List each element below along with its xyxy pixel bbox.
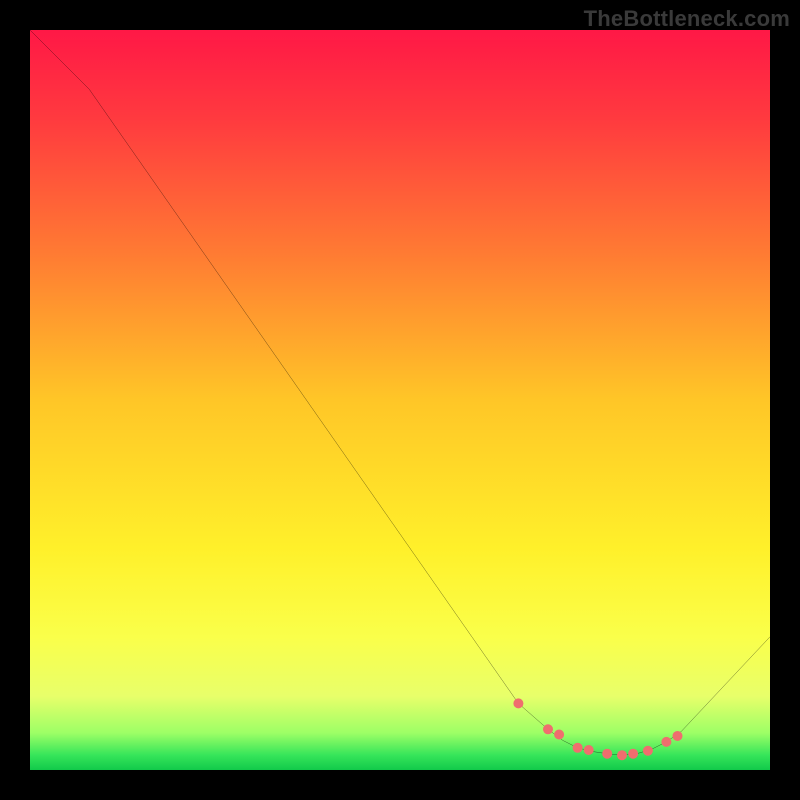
highlight-marker [513, 698, 523, 708]
bottleneck-curve-line [30, 30, 770, 755]
highlight-marker [554, 729, 564, 739]
curve-layer [30, 30, 770, 770]
highlight-marker [628, 749, 638, 759]
highlight-markers [513, 698, 682, 760]
watermark-text: TheBottleneck.com [584, 6, 790, 32]
highlight-marker [617, 750, 627, 760]
highlight-marker [602, 749, 612, 759]
highlight-marker [584, 745, 594, 755]
highlight-marker [643, 746, 653, 756]
highlight-marker [672, 731, 682, 741]
chart-stage: TheBottleneck.com [0, 0, 800, 800]
highlight-marker [661, 737, 671, 747]
plot-area [30, 30, 770, 770]
highlight-marker [543, 724, 553, 734]
highlight-marker [573, 743, 583, 753]
